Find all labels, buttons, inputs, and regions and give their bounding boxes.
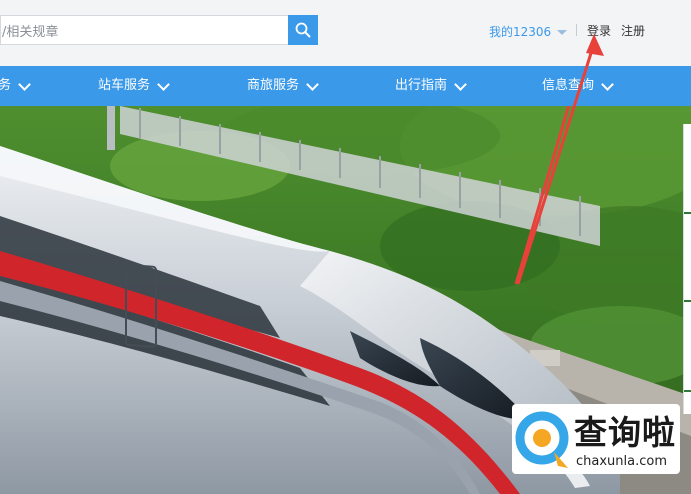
search-button[interactable] — [288, 15, 318, 45]
panel-divider — [684, 212, 691, 214]
nav-item-label: 务 — [0, 78, 12, 93]
nav-item-services[interactable]: 务 — [0, 66, 31, 106]
search-icon — [295, 22, 311, 38]
panel-divider — [684, 390, 691, 392]
chaxunla-watermark: 查询啦 chaxunla.com — [512, 404, 680, 474]
nav-item-label: 商旅服务 — [247, 78, 300, 93]
watermark-url: chaxunla.com — [576, 454, 667, 469]
chevron-down-icon — [454, 77, 467, 91]
chevron-down-icon — [157, 77, 170, 91]
search-bar — [0, 15, 318, 45]
my-12306-label: 我的12306 — [489, 25, 552, 39]
caret-down-icon — [557, 30, 568, 35]
nav-item-station-services[interactable]: 站车服务 — [98, 66, 170, 106]
nav-item-label: 站车服务 — [98, 78, 151, 93]
chevron-down-icon — [18, 77, 31, 91]
chevron-down-icon — [306, 77, 319, 91]
nav-item-travel-guide[interactable]: 出行指南 — [395, 66, 467, 106]
my-12306-menu[interactable]: 我的12306 — [489, 23, 568, 40]
login-panel-edge — [683, 124, 691, 414]
search-input[interactable] — [0, 15, 288, 45]
register-link[interactable]: 注册 — [621, 22, 645, 39]
chaxunla-logo-icon — [515, 411, 569, 468]
annotation-arrow-shaft — [516, 49, 594, 285]
panel-divider — [684, 300, 691, 302]
watermark-brand: 查询啦 — [574, 413, 676, 452]
nav-item-label: 出行指南 — [395, 78, 448, 93]
nav-item-business-travel[interactable]: 商旅服务 — [247, 66, 319, 106]
